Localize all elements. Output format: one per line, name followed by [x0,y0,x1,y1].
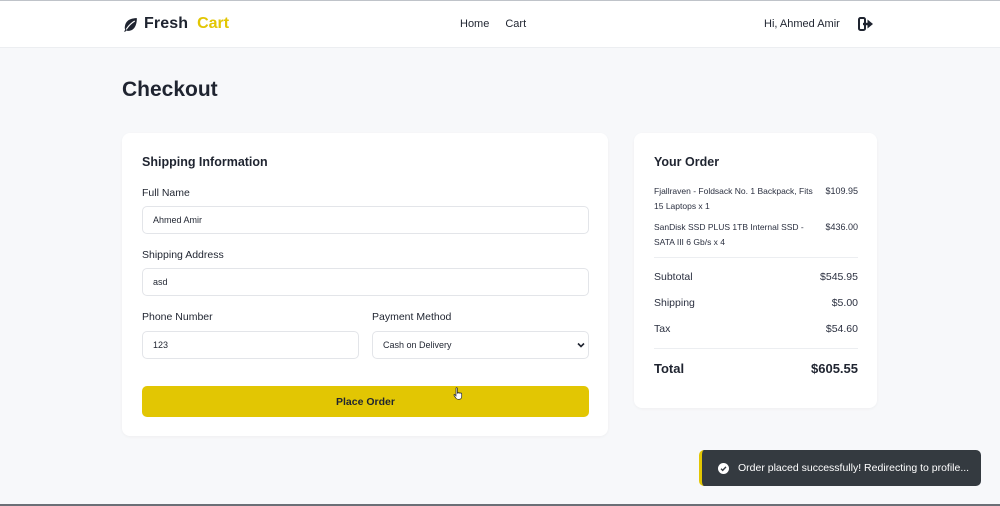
full-name-input[interactable] [142,206,589,234]
success-toast[interactable]: Order placed successfully! Redirecting t… [699,450,981,486]
nav-links: Home Cart [460,18,526,30]
payment-method-select[interactable]: Cash on Delivery [372,331,589,359]
page-title: Checkout [122,78,218,101]
phone-number-label: Phone Number [142,311,213,323]
brand-logo[interactable]: Fresh Cart [122,15,229,33]
order-item-name: SanDisk SSD PLUS 1TB Internal SSD - SATA… [654,222,804,247]
chevron-down-icon [577,342,585,348]
toast-message: Order placed successfully! Redirecting t… [738,462,970,474]
subtotal-label: Subtotal [654,271,693,283]
full-name-label: Full Name [142,187,190,199]
order-item-name: Fjallraven - Foldsack No. 1 Backpack, Fi… [654,186,813,211]
order-item-price: $436.00 [825,222,858,232]
brand-accent: Cart [197,15,230,32]
hand-cursor-icon [453,387,463,400]
order-item-price: $109.95 [825,186,858,196]
tax-label: Tax [654,323,671,335]
nav-link-home[interactable]: Home [460,18,489,30]
place-order-button[interactable]: Place Order [142,386,589,417]
logout-icon[interactable] [858,17,874,31]
order-summary-card: Your Order Fjallraven - Foldsack No. 1 B… [634,133,877,408]
shipping-form-card: Shipping Information Full Name Shipping … [122,133,608,436]
total-label: Total [654,361,685,376]
shipping-heading: Shipping Information [142,155,268,169]
shipping-cost-label: Shipping [654,297,695,309]
shipping-address-input[interactable] [142,268,589,296]
nav-link-cart[interactable]: Cart [505,18,526,30]
check-circle-icon [718,462,729,474]
shipping-cost-value: $5.00 [831,297,858,309]
tax-value: $54.60 [825,323,858,335]
brand-name: Fresh [144,15,189,32]
payment-method-label: Payment Method [372,311,452,323]
phone-number-input[interactable] [142,331,359,359]
navbar: Fresh Cart Home Cart Hi, Ahmed Amir [0,0,1000,48]
order-heading: Your Order [654,155,720,169]
total-divider [654,348,858,349]
user-greeting: Hi, Ahmed Amir [764,18,840,30]
subtotal-value: $545.95 [820,271,858,283]
summary-divider [654,257,858,258]
leaf-icon [124,17,137,32]
shipping-address-label: Shipping Address [142,249,224,261]
total-value: $605.55 [811,361,858,376]
